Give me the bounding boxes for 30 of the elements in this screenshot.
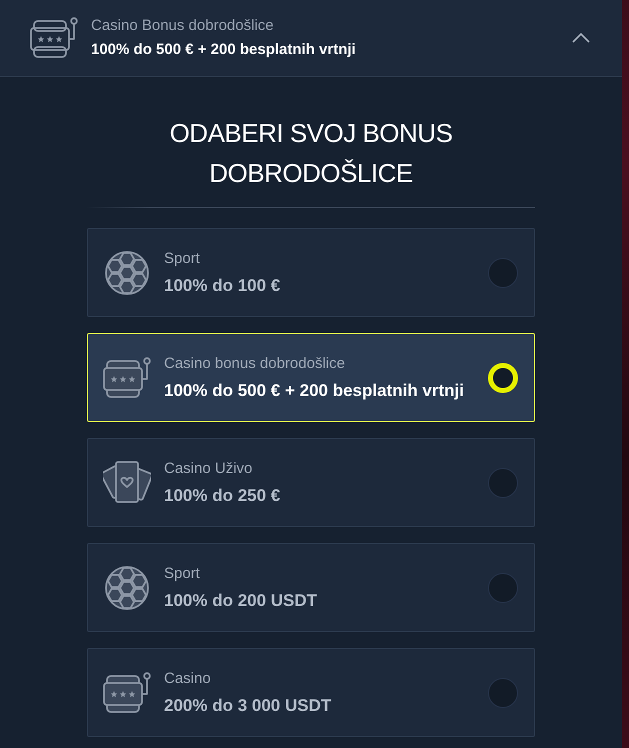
bonus-amount: 100% do 500 € + 200 besplatnih vrtnji bbox=[164, 380, 465, 402]
bonus-amount: 200% do 3 000 USDT bbox=[164, 694, 332, 716]
bonus-title: Sport bbox=[164, 248, 201, 268]
bonus-card[interactable]: Casino Uživo 100% do 250 € bbox=[87, 438, 535, 527]
bonus-amount: 100% do 200 USDT bbox=[164, 590, 318, 612]
bonus-amount: 100% do 100 € bbox=[164, 274, 282, 296]
soccer-ball-icon bbox=[103, 564, 151, 610]
chevron-up-icon[interactable] bbox=[572, 33, 590, 43]
bonus-card[interactable]: Sport 100% do 200 USDT bbox=[87, 543, 535, 632]
radio-button[interactable] bbox=[488, 258, 518, 288]
bonus-title: Casino Uživo bbox=[164, 458, 254, 478]
bonus-card[interactable]: Casino 200% do 3 000 USDT bbox=[87, 648, 535, 737]
bonus-title: Casino bbox=[164, 668, 212, 688]
slot-machine-icon bbox=[103, 354, 151, 400]
bonus-card[interactable]: Sport 100% do 100 € bbox=[87, 228, 535, 317]
soccer-ball-icon bbox=[103, 250, 151, 296]
section-heading: ODABERI SVOJ BONUS DOBRODOŠLICE bbox=[168, 117, 454, 190]
playing-cards-icon bbox=[103, 460, 151, 506]
radio-button[interactable] bbox=[488, 678, 518, 708]
bonus-title: Casino bonus dobrodošlice bbox=[164, 354, 346, 372]
radio-button[interactable] bbox=[488, 468, 518, 498]
bonus-card[interactable]: Casino bonus dobrodošlice 100% do 500 € + 200 besplatnih vrtnji bbox=[87, 333, 535, 422]
bonus-title: Sport bbox=[164, 564, 201, 582]
header-bar[interactable]: Casino Bonus dobrodošlice 100% do 500 € + 200 besplatnih vrtnji bbox=[0, 0, 622, 77]
radio-button[interactable] bbox=[488, 572, 518, 602]
slot-machine-icon bbox=[30, 15, 78, 61]
header-title: Casino Bonus dobrodošlice bbox=[91, 16, 275, 35]
header-subtitle: 100% do 500 € + 200 besplatnih vrtnji bbox=[91, 40, 357, 60]
slot-machine-icon bbox=[103, 670, 151, 716]
bonus-amount: 100% do 250 € bbox=[164, 484, 282, 506]
